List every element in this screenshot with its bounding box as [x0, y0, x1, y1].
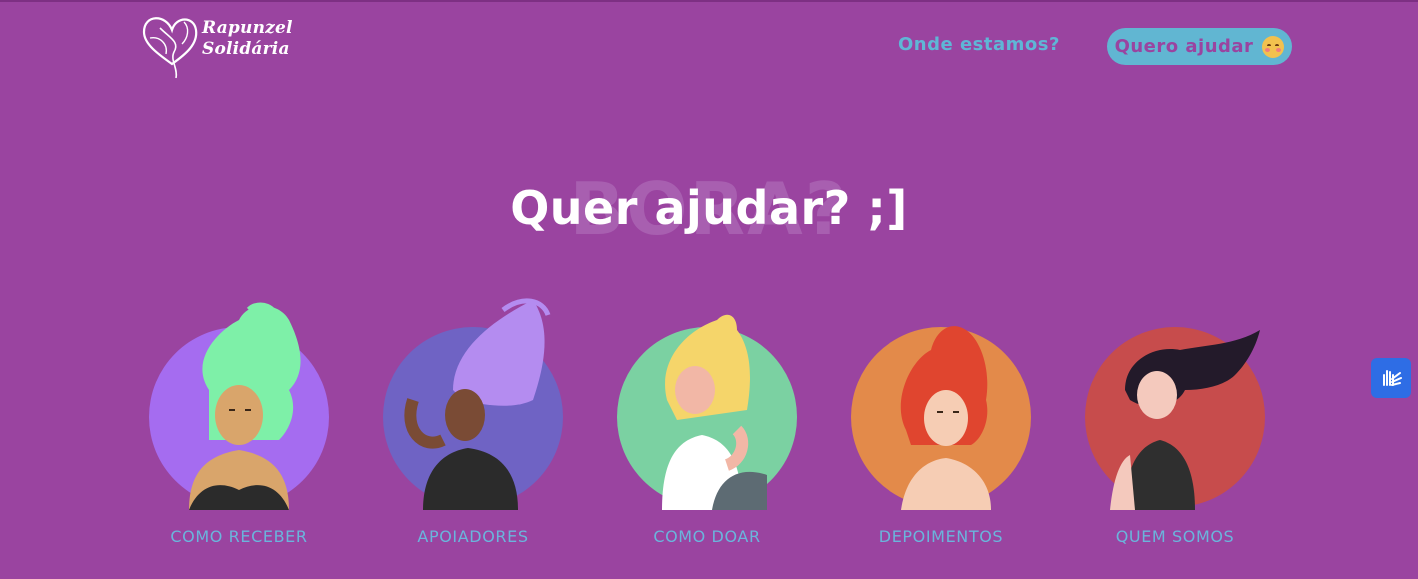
logo[interactable]: Rapunzel Solidária [140, 8, 293, 80]
card-depoimentos[interactable]: DEPOIMENTOS [851, 290, 1031, 550]
quero-ajudar-label: Quero ajudar [1114, 36, 1254, 57]
card-label: COMO DOAR [653, 527, 761, 546]
quero-ajudar-button[interactable]: Quero ajudar [1107, 28, 1292, 65]
woman-purple-hair-illustration [383, 298, 563, 510]
card-como-receber[interactable]: COMO RECEBER [149, 290, 329, 550]
hero-title: Quer ajudar? ;] [510, 181, 908, 235]
cards-row: COMO RECEBER APOIADORES COMO DOAR DEPOIM… [149, 290, 1279, 560]
top-border [0, 0, 1418, 2]
woman-black-hair-illustration [1085, 327, 1265, 510]
accessibility-button[interactable] [1371, 358, 1411, 398]
woman-red-hair-illustration [851, 326, 1031, 510]
logo-line-2: Solidária [202, 39, 290, 59]
sign-language-hands-icon [1383, 370, 1402, 386]
logo-text: Rapunzel Solidária [202, 18, 293, 60]
logo-line-1: Rapunzel [202, 18, 293, 38]
smiling-face-with-hearts-icon [1262, 35, 1285, 58]
heart-logo-icon [142, 17, 198, 79]
card-apoiadores[interactable]: APOIADORES [383, 290, 563, 550]
woman-green-hair-illustration [149, 302, 329, 510]
card-como-doar[interactable]: COMO DOAR [617, 290, 797, 550]
card-label: APOIADORES [417, 527, 529, 546]
card-label: QUEM SOMOS [1115, 527, 1235, 546]
card-quem-somos[interactable]: QUEM SOMOS [1085, 290, 1265, 550]
nav-onde-estamos-link[interactable]: Onde estamos? [898, 34, 1060, 55]
woman-blonde-hair-illustration [617, 314, 797, 510]
card-label: DEPOIMENTOS [878, 527, 1004, 546]
card-label: COMO RECEBER [170, 527, 308, 546]
